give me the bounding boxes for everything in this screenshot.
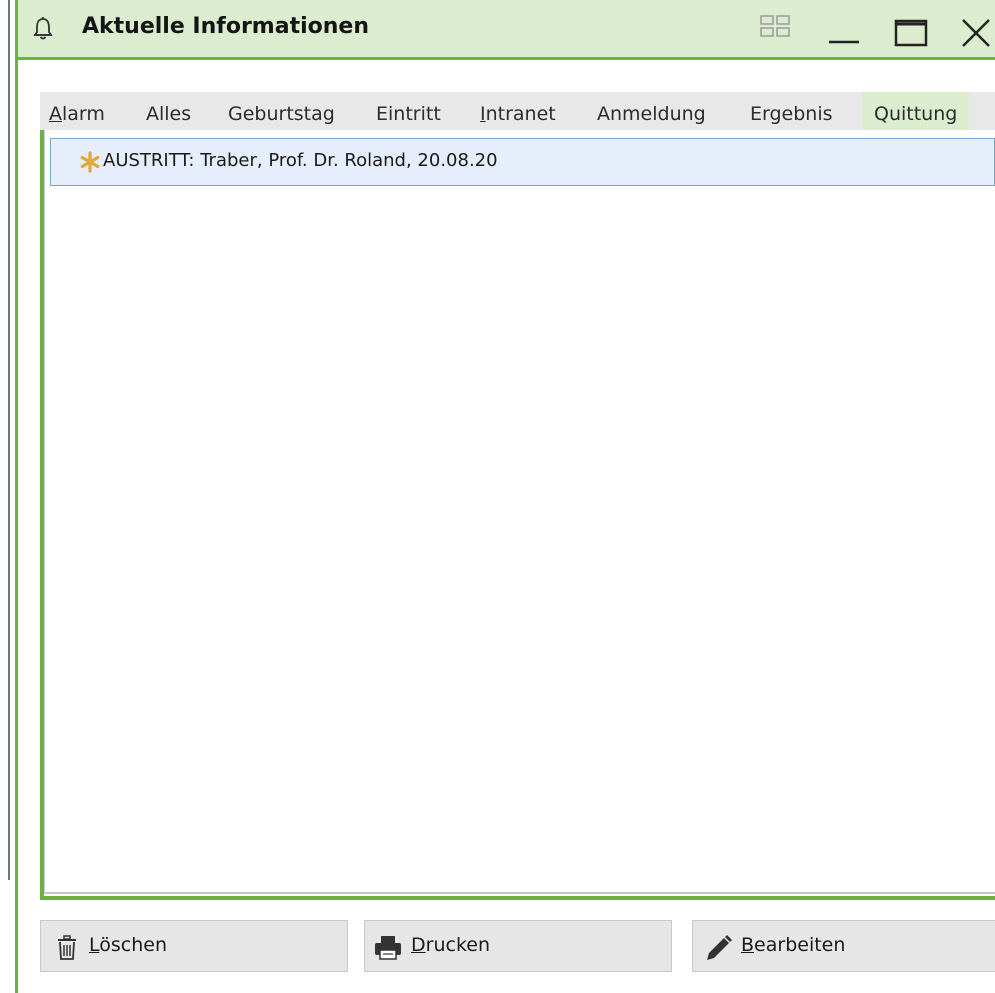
close-icon — [962, 19, 990, 47]
bell-icon — [32, 16, 54, 40]
print-button[interactable]: Drucken — [364, 920, 672, 972]
list-item[interactable]: AUSTRITT: Traber, Prof. Dr. Roland, 20.0… — [50, 138, 995, 186]
print-button-label: Drucken — [411, 934, 490, 956]
tab-geburtstag[interactable]: Geburtstag — [228, 92, 335, 130]
edit-button-label: Bearbeiten — [741, 934, 846, 956]
window-edge-left — [8, 0, 10, 880]
maximize-button[interactable] — [890, 12, 934, 48]
tab-anmeldung[interactable]: Anmeldung — [597, 92, 706, 130]
tab-bar: Alarm Alles Geburtstag Eintritt Intranet… — [40, 92, 995, 130]
title-bar: Aktuelle Informationen — [18, 0, 995, 60]
window-frame-left — [15, 0, 18, 993]
pencil-icon — [703, 933, 732, 961]
info-list[interactable]: AUSTRITT: Traber, Prof. Dr. Roland, 20.0… — [44, 130, 995, 894]
tab-alarm[interactable]: Alarm — [49, 92, 105, 130]
tab-ergebnis[interactable]: Ergebnis — [750, 92, 833, 130]
trash-icon — [53, 933, 81, 961]
panel-frame-bottom — [40, 896, 995, 900]
layout-grid-button[interactable] — [753, 12, 797, 48]
tab-intranet[interactable]: Intranet — [480, 92, 556, 130]
minimize-button[interactable] — [823, 12, 867, 48]
printer-icon — [373, 933, 401, 961]
list-item-text: AUSTRITT: Traber, Prof. Dr. Roland, 20.0… — [103, 150, 498, 171]
window-title: Aktuelle Informationen — [82, 14, 369, 39]
grid-icon — [760, 15, 790, 37]
asterisk-icon — [79, 151, 101, 173]
tab-quittung[interactable]: Quittung — [862, 92, 970, 130]
tab-eintritt[interactable]: Eintritt — [376, 92, 441, 130]
minimize-icon — [829, 40, 859, 44]
tab-alles[interactable]: Alles — [146, 92, 191, 130]
delete-button-label: Löschen — [89, 934, 168, 956]
maximize-icon — [894, 19, 928, 47]
close-button[interactable] — [955, 12, 995, 48]
edit-button[interactable]: Bearbeiten — [692, 920, 995, 972]
delete-button[interactable]: Löschen — [40, 920, 348, 972]
